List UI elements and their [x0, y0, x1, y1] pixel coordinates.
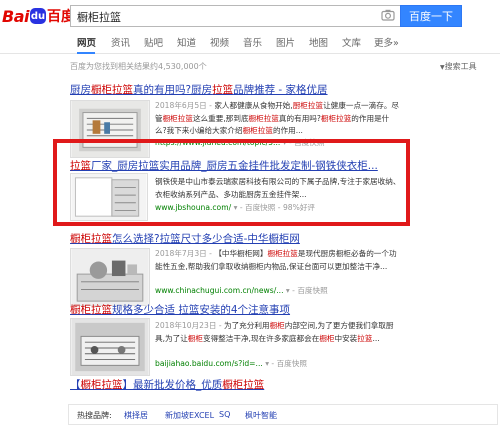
result-date: 2018年7月3日 - — [155, 249, 215, 258]
active-tab-indicator — [77, 52, 95, 54]
tab-zhidao[interactable]: 知道 — [177, 35, 196, 49]
result-title[interactable]: 橱柜拉篮规格多少合适 拉篮安装的4个注意事项 — [70, 302, 290, 317]
text-segment: 】最新批发价格_优质 — [122, 379, 223, 391]
result-date: 2018年10月23日 - — [155, 321, 224, 330]
logo-bai-text: Bai — [2, 6, 29, 26]
camera-icon[interactable] — [381, 9, 395, 21]
keyword-highlight: 橱柜拉篮 — [222, 379, 265, 391]
text-segment: 变得整洁干净,现在许多家庭都会在 — [202, 333, 320, 343]
result-thumbnail[interactable] — [70, 318, 150, 376]
keyword-highlight: 橱柜拉篮 — [91, 84, 133, 96]
result-url[interactable]: baijiahao.baidu.com/s?id=... ▾ - 百度快照 — [155, 358, 307, 369]
result-description: 2018年6月5日 - 家人都健康从食物开始,厨柜拉篮让健康一点一滴存。尽管橱柜… — [155, 100, 400, 138]
keyword-highlight: 橱柜拉篮 — [80, 379, 123, 391]
tab-tieba[interactable]: 贴吧 — [144, 35, 163, 49]
hot-brand-link[interactable]: 枫叶智能 — [245, 410, 277, 421]
keyword-highlight: 橱柜拉篮 — [162, 113, 193, 123]
text-segment: 这么重要,那到底 — [192, 113, 249, 123]
text-segment: 厂家_厨房拉篮实用品牌_厨房五金挂件批发定制-钢铁侠衣柜... — [91, 160, 378, 172]
keyword-highlight: 橱柜拉篮 — [242, 126, 273, 136]
nav-tabs: 网页 资讯 贴吧 知道 视频 音乐 图片 地图 文库 更多» — [0, 32, 500, 54]
text-segment: 规格多少合适 拉篮安装的4个注意事项 — [112, 304, 291, 316]
keyword-highlight: 橱柜拉篮 — [267, 249, 298, 258]
hot-brand-link[interactable]: 新加坡EXCEL — [165, 410, 214, 421]
result-thumbnail[interactable] — [70, 248, 150, 306]
keyword-highlight: 拉篮 — [212, 84, 234, 96]
hot-brands-bar: 热搜品牌: 棋择居 新加坡EXCEL SQ 枫叶智能 — [68, 404, 498, 425]
text-segment: 真的有用吗?厨房 — [133, 84, 213, 96]
search-tools[interactable]: ▼搜索工具 — [440, 61, 477, 72]
text-segment: 【中华橱柜网】 — [214, 249, 268, 258]
keyword-highlight: 拉篮 — [357, 333, 373, 343]
text-segment: 的作用... — [272, 126, 303, 136]
result-url[interactable]: www.jbshouna.com/ ▾ - 百度快照 - 98%好评 — [155, 202, 315, 213]
result-description: 2018年7月3日 - 【中华橱柜网】橱柜拉篮是现代厨房橱柜必备的一个功能性五金… — [155, 248, 400, 273]
result-title[interactable]: 厨房橱柜拉篮真的有用吗?厨房拉篮品牌推荐 - 家格优居 — [70, 82, 328, 97]
tab-music[interactable]: 音乐 — [243, 35, 262, 49]
snapshot-link[interactable]: 百度快照 — [245, 203, 275, 212]
result-description: 钢铁侠是中山市泰云瑞家居科技有限公司的下属子品牌,专注于家居收纳、衣柜收纳系列产… — [155, 176, 405, 201]
result-description: 2018年10月23日 - 为了充分利用橱柜内部空间,为了更方便我们拿取厨具,为… — [155, 320, 400, 345]
text-segment: 为了充分利用 — [224, 321, 270, 330]
text-segment: 中安装 — [334, 333, 358, 343]
text-segment: 品牌推荐 - 家格优居 — [233, 84, 328, 96]
result-url-text: www.chinachugui.com.cn/news/... — [155, 286, 284, 295]
keyword-highlight: 橱柜拉篮 — [70, 233, 112, 245]
result-url-text: baijiahao.baidu.com/s?id=... — [155, 359, 263, 368]
result-count: 百度为您找到相关结果约4,530,000个 — [70, 62, 207, 71]
text-segment: 怎么选择?拉篮尺寸多少合适-中华橱柜网 — [112, 233, 300, 245]
result-date: 2018年6月5日 - — [155, 101, 215, 110]
text-segment: ... — [372, 333, 380, 343]
search-input[interactable]: 橱柜拉篮 — [70, 5, 400, 27]
keyword-highlight: 厨柜拉篮 — [292, 101, 324, 110]
keyword-highlight: 橱柜 — [187, 333, 203, 343]
header: Bai du 百度 橱柜拉篮 百度一下 — [0, 0, 500, 32]
keyword-highlight: 橱柜拉篮 — [248, 113, 279, 123]
search-tools-label: 搜索工具 — [444, 62, 477, 71]
text-segment: 【 — [70, 379, 81, 391]
result-url[interactable]: www.chinachugui.com.cn/news/... ▾ - 百度快照 — [155, 285, 328, 296]
paw-icon: du — [29, 8, 46, 24]
keyword-highlight: 橱柜拉篮 — [70, 304, 112, 316]
hot-brands-label: 热搜品牌: — [77, 411, 112, 420]
rating-link[interactable]: 98%好评 — [283, 203, 315, 212]
tab-more[interactable]: 更多» — [374, 35, 399, 49]
tab-web[interactable]: 网页 — [77, 35, 96, 49]
hot-brand-link[interactable]: SQ — [219, 410, 230, 419]
text-segment: 厨房 — [70, 84, 91, 96]
result-title[interactable]: 拉篮厂家_厨房拉篮实用品牌_厨房五金挂件批发定制-钢铁侠衣柜... — [70, 158, 378, 173]
search-button[interactable]: 百度一下 — [400, 5, 462, 27]
snapshot-link[interactable]: 百度快照 — [297, 286, 327, 295]
result-thumbnail[interactable] — [70, 173, 148, 221]
result-title[interactable]: 【橱柜拉篮】最新批发价格_优质橱柜拉篮 — [70, 377, 264, 392]
keyword-highlight: 橱柜 — [269, 321, 285, 330]
keyword-highlight: 橱柜 — [319, 333, 335, 343]
hot-brand-link[interactable]: 棋择居 — [124, 410, 148, 421]
tab-video[interactable]: 视频 — [210, 35, 229, 49]
text-segment: 钢铁侠是中山市泰云瑞家居科技有限公司的下属子品牌,专注于家居收纳、衣柜收纳系列产… — [155, 177, 401, 199]
tab-images[interactable]: 图片 — [276, 35, 295, 49]
text-segment: 家人都健康从食物开始, — [214, 101, 293, 110]
baidu-logo[interactable]: Bai du 百度 — [2, 5, 75, 27]
text-segment: 真的有用吗? — [278, 113, 321, 123]
keyword-highlight: 拉篮 — [70, 160, 91, 172]
snapshot-link[interactable]: 百度快照 — [277, 359, 307, 368]
result-title[interactable]: 橱柜拉篮怎么选择?拉篮尺寸多少合适-中华橱柜网 — [70, 231, 300, 246]
keyword-highlight: 橱柜拉篮 — [320, 113, 352, 123]
tab-news[interactable]: 资讯 — [111, 35, 130, 49]
tab-map[interactable]: 地图 — [309, 35, 328, 49]
result-url-text: www.jbshouna.com/ — [155, 203, 232, 212]
tab-wenku[interactable]: 文库 — [342, 35, 361, 49]
